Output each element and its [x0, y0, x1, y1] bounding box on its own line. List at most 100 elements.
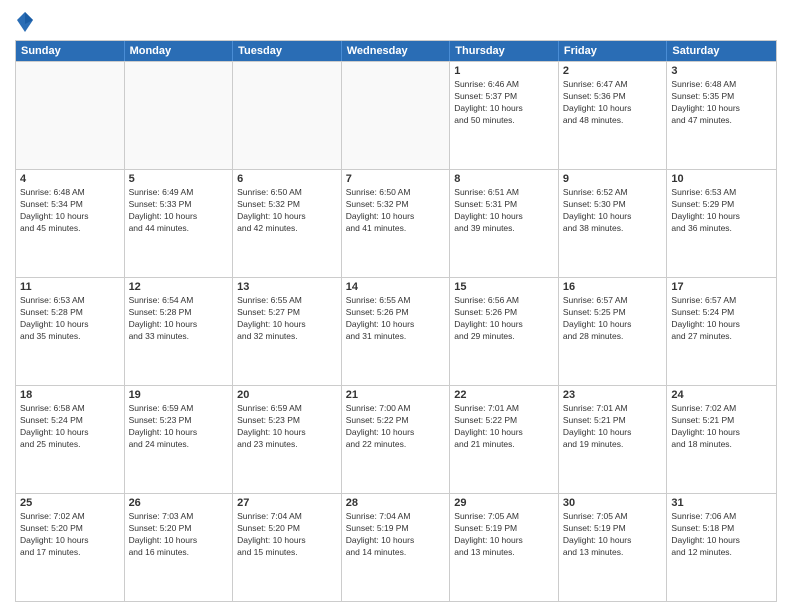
day-header-friday: Friday: [559, 41, 668, 61]
day-info: Sunrise: 7:00 AM Sunset: 5:22 PM Dayligh…: [346, 403, 446, 451]
day-info: Sunrise: 6:59 AM Sunset: 5:23 PM Dayligh…: [237, 403, 337, 451]
day-info: Sunrise: 7:05 AM Sunset: 5:19 PM Dayligh…: [454, 511, 554, 559]
calendar-cell: 17 Sunrise: 6:57 AM Sunset: 5:24 PM Dayli…: [667, 278, 776, 385]
day-info: Sunrise: 7:04 AM Sunset: 5:19 PM Dayligh…: [346, 511, 446, 559]
day-number: 8: [454, 173, 554, 185]
day-number: 19: [129, 389, 229, 401]
calendar-cell: 5Sunrise: 6:49 AM Sunset: 5:33 PM Daylig…: [125, 170, 234, 277]
calendar-cell: 12 Sunrise: 6:54 AM Sunset: 5:28 PM Dayli…: [125, 278, 234, 385]
day-info: Sunrise: 6:50 AM Sunset: 5:32 PM Dayligh…: [237, 187, 337, 235]
day-number: 26: [129, 497, 229, 509]
day-info: Sunrise: 6:57 AM Sunset: 5:25 PM Dayligh…: [563, 295, 663, 343]
calendar-cell: 22 Sunrise: 7:01 AM Sunset: 5:22 PM Dayli…: [450, 386, 559, 493]
day-number: 13: [237, 281, 337, 293]
day-number: 29: [454, 497, 554, 509]
day-number: 23: [563, 389, 663, 401]
calendar-cell: 11 Sunrise: 6:53 AM Sunset: 5:28 PM Dayli…: [16, 278, 125, 385]
day-number: 16: [563, 281, 663, 293]
day-info: Sunrise: 6:47 AM Sunset: 5:36 PM Dayligh…: [563, 79, 663, 127]
day-info: Sunrise: 6:48 AM Sunset: 5:35 PM Dayligh…: [671, 79, 772, 127]
day-header-wednesday: Wednesday: [342, 41, 451, 61]
calendar-week-2: 4 Sunrise: 6:48 AM Sunset: 5:34 PM Daylig…: [16, 169, 776, 277]
calendar-cell: 1 Sunrise: 6:46 AM Sunset: 5:37 PM Daylig…: [450, 62, 559, 169]
logo-icon: [15, 10, 35, 34]
calendar-cell: 10Sunrise: 6:53 AM Sunset: 5:29 PM Dayli…: [667, 170, 776, 277]
calendar-cell: 7 Sunrise: 6:50 AM Sunset: 5:32 PM Daylig…: [342, 170, 451, 277]
day-number: 1: [454, 65, 554, 77]
day-number: 14: [346, 281, 446, 293]
day-number: 4: [20, 173, 120, 185]
day-number: 3: [671, 65, 772, 77]
day-number: 17: [671, 281, 772, 293]
day-info: Sunrise: 6:57 AM Sunset: 5:24 PM Dayligh…: [671, 295, 772, 343]
calendar-cell: 19 Sunrise: 6:59 AM Sunset: 5:23 PM Dayli…: [125, 386, 234, 493]
day-info: Sunrise: 6:46 AM Sunset: 5:37 PM Dayligh…: [454, 79, 554, 127]
day-header-tuesday: Tuesday: [233, 41, 342, 61]
day-info: Sunrise: 7:02 AM Sunset: 5:21 PM Dayligh…: [671, 403, 772, 451]
calendar-week-1: 1 Sunrise: 6:46 AM Sunset: 5:37 PM Daylig…: [16, 61, 776, 169]
calendar-cell: 6 Sunrise: 6:50 AM Sunset: 5:32 PM Daylig…: [233, 170, 342, 277]
calendar-cell: 26 Sunrise: 7:03 AM Sunset: 5:20 PM Dayli…: [125, 494, 234, 601]
day-info: Sunrise: 6:48 AM Sunset: 5:34 PM Dayligh…: [20, 187, 120, 235]
day-info: Sunrise: 7:01 AM Sunset: 5:21 PM Dayligh…: [563, 403, 663, 451]
day-info: Sunrise: 7:04 AM Sunset: 5:20 PM Dayligh…: [237, 511, 337, 559]
calendar-header: SundayMondayTuesdayWednesdayThursdayFrid…: [16, 41, 776, 61]
day-info: Sunrise: 6:55 AM Sunset: 5:27 PM Dayligh…: [237, 295, 337, 343]
day-number: 20: [237, 389, 337, 401]
calendar-cell: 30Sunrise: 7:05 AM Sunset: 5:19 PM Dayli…: [559, 494, 668, 601]
calendar-cell: 13 Sunrise: 6:55 AM Sunset: 5:27 PM Dayli…: [233, 278, 342, 385]
day-info: Sunrise: 7:03 AM Sunset: 5:20 PM Dayligh…: [129, 511, 229, 559]
logo: [15, 10, 39, 34]
day-number: 12: [129, 281, 229, 293]
day-number: 27: [237, 497, 337, 509]
calendar-cell: [233, 62, 342, 169]
calendar-cell: 27 Sunrise: 7:04 AM Sunset: 5:20 PM Dayli…: [233, 494, 342, 601]
calendar-cell: 20 Sunrise: 6:59 AM Sunset: 5:23 PM Dayli…: [233, 386, 342, 493]
calendar-cell: [342, 62, 451, 169]
day-info: Sunrise: 6:50 AM Sunset: 5:32 PM Dayligh…: [346, 187, 446, 235]
day-number: 2: [563, 65, 663, 77]
day-number: 28: [346, 497, 446, 509]
day-number: 6: [237, 173, 337, 185]
day-header-saturday: Saturday: [667, 41, 776, 61]
calendar-cell: [16, 62, 125, 169]
day-number: 5: [129, 173, 229, 185]
day-number: 31: [671, 497, 772, 509]
calendar-cell: 2 Sunrise: 6:47 AM Sunset: 5:36 PM Daylig…: [559, 62, 668, 169]
calendar-cell: 3 Sunrise: 6:48 AM Sunset: 5:35 PM Daylig…: [667, 62, 776, 169]
calendar-cell: 31Sunrise: 7:06 AM Sunset: 5:18 PM Dayli…: [667, 494, 776, 601]
calendar-cell: 15Sunrise: 6:56 AM Sunset: 5:26 PM Dayli…: [450, 278, 559, 385]
calendar-body: 1 Sunrise: 6:46 AM Sunset: 5:37 PM Daylig…: [16, 61, 776, 601]
day-number: 9: [563, 173, 663, 185]
calendar-cell: 8Sunrise: 6:51 AM Sunset: 5:31 PM Daylig…: [450, 170, 559, 277]
calendar-cell: 23 Sunrise: 7:01 AM Sunset: 5:21 PM Dayli…: [559, 386, 668, 493]
calendar: SundayMondayTuesdayWednesdayThursdayFrid…: [15, 40, 777, 602]
day-info: Sunrise: 6:53 AM Sunset: 5:29 PM Dayligh…: [671, 187, 772, 235]
day-info: Sunrise: 6:53 AM Sunset: 5:28 PM Dayligh…: [20, 295, 120, 343]
calendar-cell: 4 Sunrise: 6:48 AM Sunset: 5:34 PM Daylig…: [16, 170, 125, 277]
day-number: 18: [20, 389, 120, 401]
day-info: Sunrise: 6:52 AM Sunset: 5:30 PM Dayligh…: [563, 187, 663, 235]
day-number: 11: [20, 281, 120, 293]
calendar-week-4: 18 Sunrise: 6:58 AM Sunset: 5:24 PM Dayli…: [16, 385, 776, 493]
day-header-monday: Monday: [125, 41, 234, 61]
day-number: 15: [454, 281, 554, 293]
day-header-sunday: Sunday: [16, 41, 125, 61]
day-info: Sunrise: 6:55 AM Sunset: 5:26 PM Dayligh…: [346, 295, 446, 343]
day-info: Sunrise: 6:54 AM Sunset: 5:28 PM Dayligh…: [129, 295, 229, 343]
calendar-week-5: 25 Sunrise: 7:02 AM Sunset: 5:20 PM Dayli…: [16, 493, 776, 601]
day-info: Sunrise: 7:01 AM Sunset: 5:22 PM Dayligh…: [454, 403, 554, 451]
calendar-cell: 21Sunrise: 7:00 AM Sunset: 5:22 PM Dayli…: [342, 386, 451, 493]
day-info: Sunrise: 6:59 AM Sunset: 5:23 PM Dayligh…: [129, 403, 229, 451]
calendar-cell: 28 Sunrise: 7:04 AM Sunset: 5:19 PM Dayli…: [342, 494, 451, 601]
day-number: 7: [346, 173, 446, 185]
day-info: Sunrise: 6:58 AM Sunset: 5:24 PM Dayligh…: [20, 403, 120, 451]
day-number: 24: [671, 389, 772, 401]
day-number: 22: [454, 389, 554, 401]
day-number: 30: [563, 497, 663, 509]
day-number: 25: [20, 497, 120, 509]
header: [15, 10, 777, 34]
day-header-thursday: Thursday: [450, 41, 559, 61]
page: SundayMondayTuesdayWednesdayThursdayFrid…: [0, 0, 792, 612]
day-info: Sunrise: 7:02 AM Sunset: 5:20 PM Dayligh…: [20, 511, 120, 559]
